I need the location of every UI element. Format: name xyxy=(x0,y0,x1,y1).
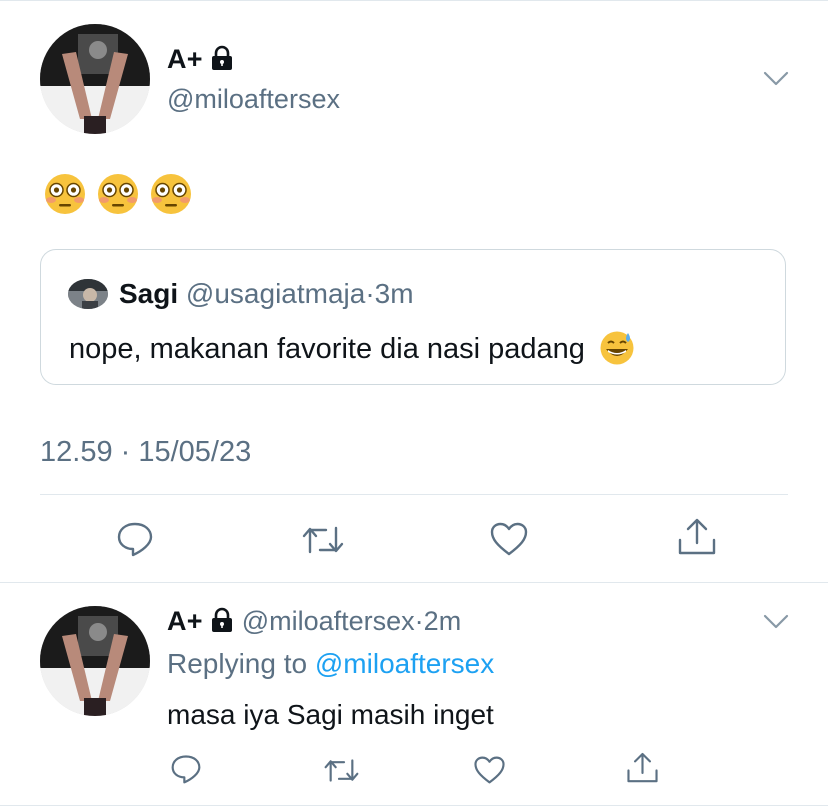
quoted-author-handle: @usagiatmaja xyxy=(185,278,366,309)
avatar[interactable] xyxy=(40,24,150,134)
reply-button[interactable] xyxy=(116,521,154,557)
share-icon xyxy=(627,752,658,783)
quoted-text: nope, makanan favorite dia nasi padang xyxy=(69,333,585,365)
reply-avatar[interactable] xyxy=(40,606,150,716)
reply-chevron-down-icon[interactable] xyxy=(763,614,789,630)
like-button[interactable] xyxy=(489,521,529,557)
avatar-photo xyxy=(40,24,150,134)
lock-icon xyxy=(210,45,234,71)
section-divider xyxy=(0,582,828,583)
share-button[interactable] xyxy=(677,518,717,556)
tweet-body xyxy=(43,172,193,216)
reply-author-handle[interactable]: @miloaftersex xyxy=(242,606,415,636)
reply-icon xyxy=(171,755,201,784)
reply-author-name[interactable]: A+ xyxy=(167,606,203,636)
quoted-time: 3m xyxy=(374,278,414,309)
lock-icon xyxy=(210,607,234,633)
chevron-down-icon[interactable] xyxy=(763,71,789,87)
retweet-icon xyxy=(324,759,359,782)
quoted-separator: · xyxy=(365,278,375,309)
flushed-face-icon xyxy=(151,174,191,214)
grinning-face-with-sweat-icon xyxy=(600,331,634,365)
retweet-button[interactable] xyxy=(302,524,344,556)
author-name[interactable]: A+ xyxy=(167,44,203,74)
share-icon xyxy=(678,518,716,555)
replying-to: Replying to @miloaftersex xyxy=(167,648,494,680)
quoted-text-row: nope, makanan favorite dia nasi padang xyxy=(69,330,635,366)
reply-text: masa iya Sagi masih inget xyxy=(167,699,494,730)
reply-icon xyxy=(117,522,153,557)
like-icon xyxy=(474,756,505,784)
retweet-icon xyxy=(302,526,344,554)
flushed-face-icon xyxy=(45,174,85,214)
bottom-divider xyxy=(0,805,828,806)
tweet-timestamp[interactable]: 12.59 · 15/05/23 xyxy=(40,436,251,469)
author-handle[interactable]: @miloaftersex xyxy=(167,84,340,115)
reply-retweet-button[interactable] xyxy=(324,757,359,784)
reply-separator: · xyxy=(414,606,424,636)
reply-share-button[interactable] xyxy=(626,752,659,784)
reply-header: A+ @miloaftersex·2m xyxy=(167,606,461,637)
replying-to-label: Replying to xyxy=(167,648,315,679)
like-icon xyxy=(490,522,528,556)
avatar-photo xyxy=(40,606,150,716)
top-divider xyxy=(0,0,828,1)
quoted-avatar xyxy=(68,279,108,309)
divider xyxy=(40,494,788,495)
quoted-header: Sagi @usagiatmaja·3m xyxy=(119,278,414,310)
quoted-tweet[interactable]: Sagi @usagiatmaja·3m nope, makanan favor… xyxy=(40,249,786,385)
reply-time[interactable]: 2m xyxy=(424,606,462,636)
flushed-face-icon xyxy=(98,174,138,214)
reply-reply-button[interactable] xyxy=(170,754,202,784)
replying-to-link[interactable]: @miloaftersex xyxy=(315,648,494,679)
quoted-author-name: Sagi xyxy=(119,278,179,309)
author-name-row[interactable]: A+ xyxy=(167,44,234,75)
reply-like-button[interactable] xyxy=(473,755,506,785)
